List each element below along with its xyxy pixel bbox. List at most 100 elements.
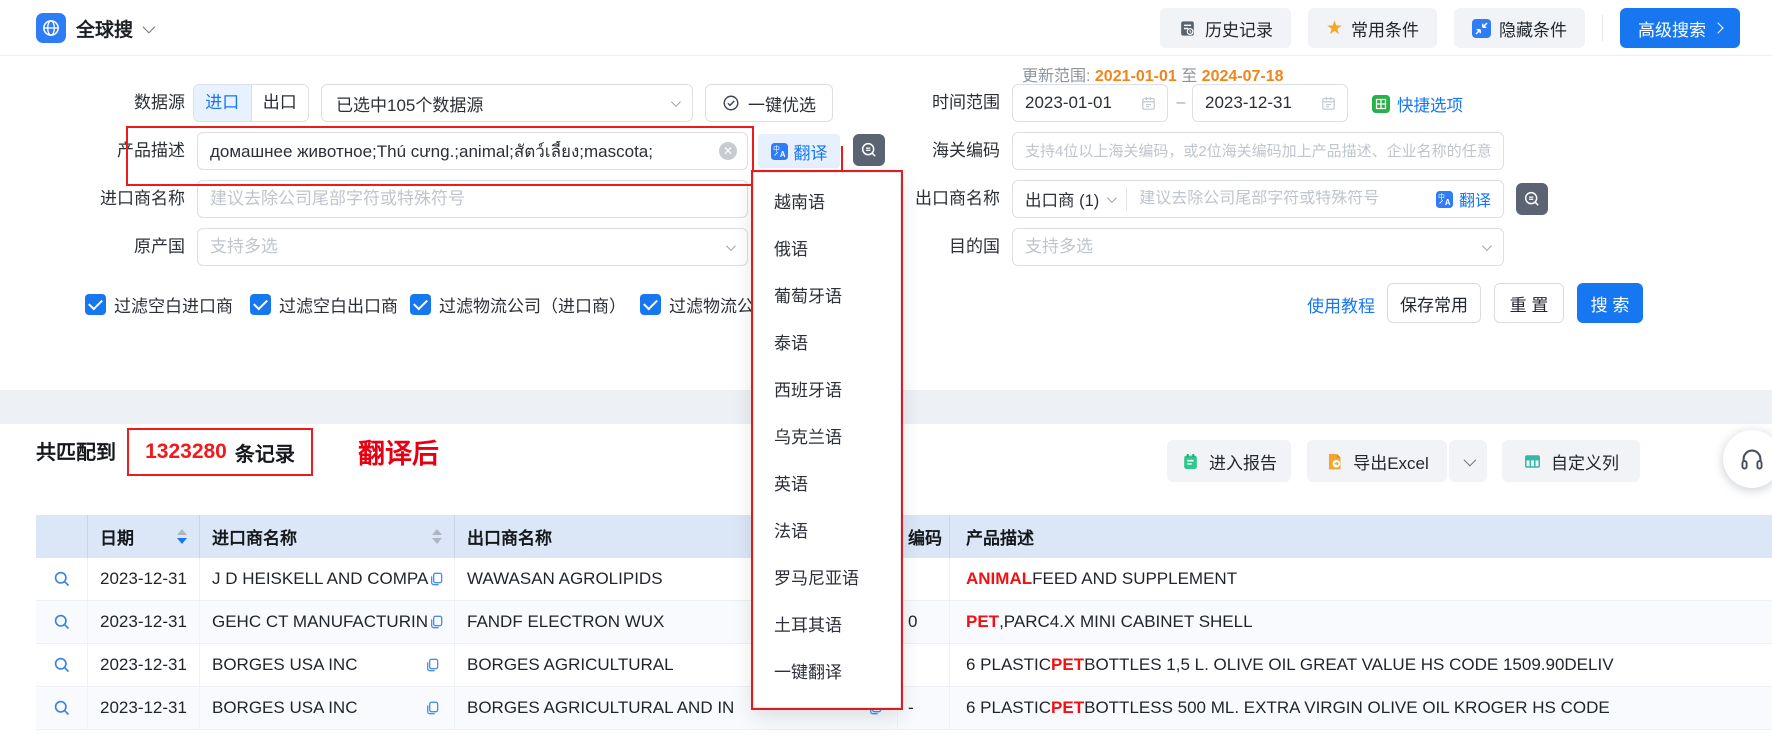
update-range: 更新范围: 2021-01-01 至 2024-07-18 [1022, 62, 1284, 86]
filter-checkbox-1[interactable]: 过滤空白出口商 [250, 292, 398, 317]
exporter-type-select[interactable]: 出口商 (1) [1013, 187, 1126, 211]
hs-code-field [1012, 132, 1504, 170]
importer-input[interactable] [198, 189, 747, 209]
tutorial-link[interactable]: 使用教程 [1307, 292, 1375, 317]
menu-item-8[interactable]: 罗马尼亚语 [754, 555, 900, 602]
history-button[interactable]: 历史记录 [1160, 8, 1291, 48]
filter-label: 过滤空白进口商 [114, 292, 233, 317]
translate-button[interactable]: 翻译 [758, 134, 840, 168]
desc-cell: 6 PLASTIC PET BOTTLES 1,5 L. OLIVE OIL G… [950, 644, 1772, 686]
export-excel-button[interactable]: 导出Excel [1307, 440, 1447, 482]
grid-icon [1372, 95, 1390, 113]
keyword-highlight: PET [1051, 655, 1084, 675]
magnifier-icon[interactable] [52, 569, 72, 589]
checkbox-checked-icon[interactable] [250, 294, 271, 315]
save-favorite-button[interactable]: 保存常用 [1387, 283, 1481, 323]
date-start-value: 2023-01-01 [1013, 93, 1140, 113]
data-source-select[interactable]: 已选中105个数据源 [321, 84, 693, 122]
menu-item-1[interactable]: 俄语 [754, 226, 900, 273]
custom-columns-button[interactable]: 自定义列 [1502, 440, 1640, 482]
filter-checkbox-0[interactable]: 过滤空白进口商 [85, 292, 233, 317]
dest-country-input[interactable] [1013, 237, 1482, 257]
tab-export[interactable]: 出口 [251, 85, 309, 121]
menu-item-9[interactable]: 土耳其语 [754, 602, 900, 649]
copy-icon[interactable] [424, 657, 440, 673]
menu-item-7[interactable]: 法语 [754, 508, 900, 555]
desc-text: 6 PLASTIC [966, 698, 1051, 718]
results-table: 日期 进口商名称 出口商名称 编码 产品描述 2023-12-31J D HEI… [36, 515, 1772, 730]
row-detail-cell [36, 644, 88, 686]
support-button[interactable] [1723, 430, 1772, 488]
search-button[interactable]: 搜 索 [1577, 283, 1643, 323]
menu-item-6[interactable]: 英语 [754, 461, 900, 508]
header-icon-column [36, 515, 88, 558]
header-importer: 进口商名称 [200, 515, 455, 558]
menu-item-4[interactable]: 西班牙语 [754, 367, 900, 414]
synonym-match-button[interactable] [853, 134, 885, 166]
exporter-input[interactable] [1127, 190, 1436, 208]
menu-item-5[interactable]: 乌克兰语 [754, 414, 900, 461]
favorites-label: 常用条件 [1351, 16, 1419, 41]
table-row: 2023-12-31GEHC CT MANUFACTURINFANDF ELEC… [36, 601, 1772, 644]
sort-date-icon[interactable] [177, 529, 187, 544]
magnifier-icon[interactable] [52, 612, 72, 632]
quick-pick-button[interactable]: 一键优选 [705, 84, 833, 122]
desc-text: ,PARC4.X MINI CABINET SHELL [999, 612, 1253, 632]
origin-country-input[interactable] [198, 237, 726, 257]
copy-icon[interactable] [428, 614, 444, 630]
filter-checkbox-3[interactable]: 过滤物流公 [640, 292, 754, 317]
favorites-button[interactable]: ★ 常用条件 [1308, 8, 1437, 48]
magnifier-icon[interactable] [52, 655, 72, 675]
update-range-end: 2024-07-18 [1202, 68, 1284, 85]
magnifier-icon[interactable] [52, 698, 72, 718]
date-end-value: 2023-12-31 [1193, 93, 1320, 113]
annotation-translated-note: 翻译后 [358, 432, 439, 471]
divider [1602, 15, 1603, 41]
exporter-translate-button[interactable]: 翻译 [1436, 187, 1503, 211]
row-detail-cell [36, 601, 88, 643]
menu-item-3[interactable]: 泰语 [754, 320, 900, 367]
exporter-translate-label: 翻译 [1459, 187, 1491, 211]
chevron-down-icon [671, 97, 681, 107]
importer-cell: BORGES USA INC [200, 687, 455, 729]
date-end-input[interactable]: 2023-12-31 [1192, 84, 1348, 122]
synonym-match-button[interactable] [1516, 183, 1548, 215]
enter-report-label: 进入报告 [1209, 449, 1277, 474]
exporter-type-value: 出口商 (1) [1025, 187, 1099, 211]
clear-icon[interactable]: ✕ [719, 142, 737, 160]
translate-label: 翻译 [794, 139, 828, 164]
sort-importer-icon[interactable] [432, 529, 442, 544]
menu-item-0[interactable]: 越南语 [754, 179, 900, 226]
tab-import[interactable]: 进口 [194, 85, 251, 121]
checkbox-checked-icon[interactable] [410, 294, 431, 315]
filter-checkbox-2[interactable]: 过滤物流公司（进口商） [410, 292, 626, 317]
hs-code-input[interactable] [1013, 143, 1503, 160]
checkbox-checked-icon[interactable] [85, 294, 106, 315]
origin-country-field [197, 228, 748, 266]
advanced-search-button[interactable]: 高级搜索 [1620, 8, 1740, 48]
copy-icon[interactable] [424, 700, 440, 716]
copy-icon[interactable] [428, 571, 444, 587]
header-date: 日期 [88, 515, 200, 558]
product-desc-input[interactable] [198, 141, 719, 161]
filter-label: 过滤空白出口商 [279, 292, 398, 317]
desc-cell: PET,PARC4.X MINI CABINET SHELL [950, 601, 1772, 643]
import-export-toggle: 进口 出口 [193, 84, 309, 122]
export-options-button[interactable] [1449, 440, 1487, 482]
enter-report-button[interactable]: 进入报告 [1167, 440, 1291, 482]
circled-search-icon [1522, 189, 1542, 209]
table-header-row: 日期 进口商名称 出口商名称 编码 产品描述 [36, 515, 1772, 558]
header-code: 编码 [898, 515, 950, 558]
annotation-box-count: 1323280 条记录 [127, 428, 313, 476]
reset-button[interactable]: 重 置 [1494, 283, 1564, 323]
app-switch-chevron-icon[interactable] [143, 20, 156, 33]
quick-options-link[interactable]: 快捷选项 [1372, 92, 1463, 116]
update-range-start: 2021-01-01 [1095, 68, 1177, 85]
app-title: 全球搜 [76, 15, 133, 42]
menu-item-10[interactable]: 一键翻译 [754, 649, 900, 696]
menu-item-2[interactable]: 葡萄牙语 [754, 273, 900, 320]
date-start-input[interactable]: 2023-01-01 [1012, 84, 1168, 122]
hide-filters-button[interactable]: 隐藏条件 [1454, 8, 1585, 48]
checkbox-checked-icon[interactable] [640, 294, 661, 315]
importer-cell: J D HEISKELL AND COMPA [200, 558, 455, 600]
